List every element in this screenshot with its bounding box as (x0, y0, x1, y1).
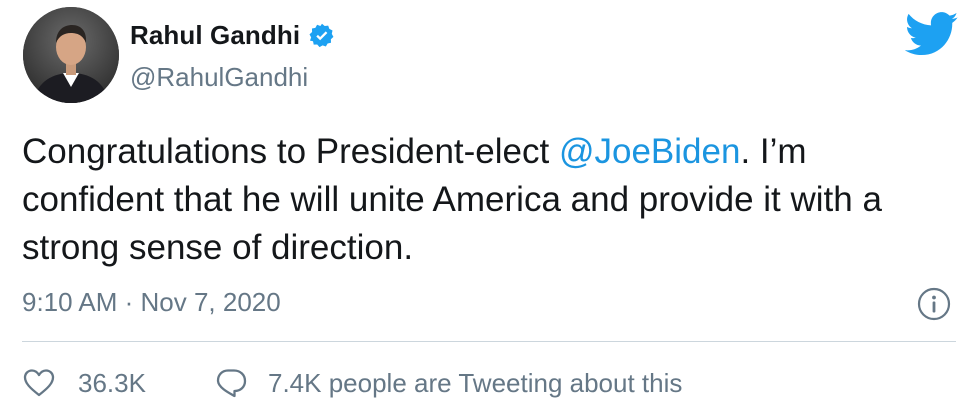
tweet-text: Congratulations to President-elect @JoeB… (22, 128, 957, 272)
speech-bubble-icon[interactable] (214, 366, 248, 400)
like-action[interactable]: 36.3K (22, 366, 146, 400)
conversation-link[interactable]: 7.4K people are Tweeting about this (214, 366, 682, 400)
info-icon[interactable] (917, 287, 951, 321)
author-name-row[interactable]: Rahul Gandhi (130, 20, 336, 51)
tweet-timestamp[interactable]: 9:10 AM · Nov 7, 2020 (22, 287, 281, 318)
divider (22, 341, 956, 342)
author-display-name[interactable]: Rahul Gandhi (130, 20, 300, 51)
conversation-count[interactable]: 7.4K people are Tweeting about this (268, 368, 682, 399)
author-handle[interactable]: @RahulGandhi (130, 62, 308, 93)
tweet-text-start: Congratulations to President-elect (22, 132, 559, 171)
like-count: 36.3K (78, 367, 146, 398)
mention-link[interactable]: @JoeBiden (559, 132, 740, 171)
twitter-bird-icon[interactable] (904, 12, 959, 56)
heart-icon[interactable] (22, 366, 56, 400)
embedded-tweet-card: Rahul Gandhi @RahulGandhi Congratulation… (0, 0, 976, 406)
avatar[interactable] (23, 7, 119, 103)
verified-badge-icon (308, 22, 336, 50)
